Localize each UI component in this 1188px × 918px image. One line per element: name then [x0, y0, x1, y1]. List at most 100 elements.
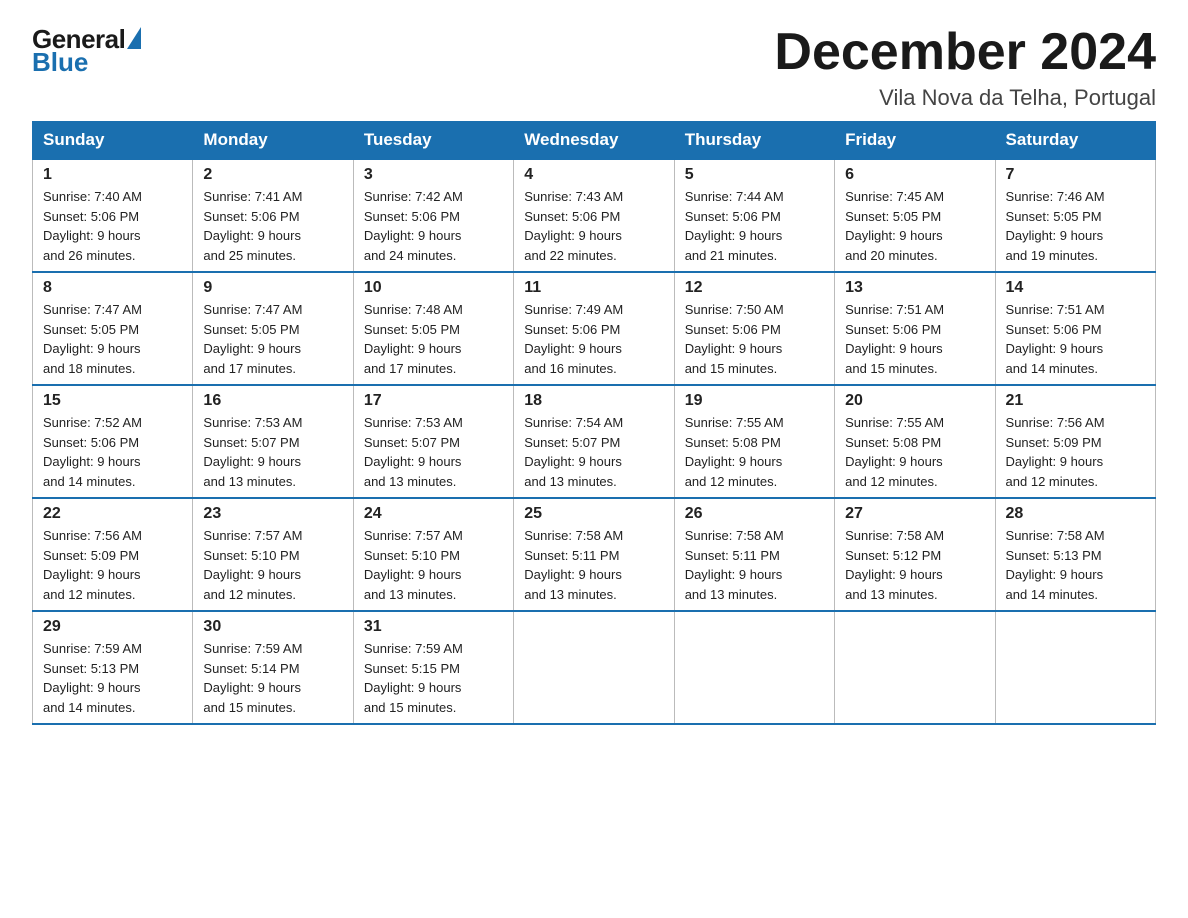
header-row: SundayMondayTuesdayWednesdayThursdayFrid…	[33, 122, 1156, 160]
day-info: Sunrise: 7:53 AM Sunset: 5:07 PM Dayligh…	[364, 413, 503, 491]
day-cell: 18 Sunrise: 7:54 AM Sunset: 5:07 PM Dayl…	[514, 385, 674, 498]
day-cell: 11 Sunrise: 7:49 AM Sunset: 5:06 PM Dayl…	[514, 272, 674, 385]
week-row-3: 15 Sunrise: 7:52 AM Sunset: 5:06 PM Dayl…	[33, 385, 1156, 498]
title-block: December 2024 Vila Nova da Telha, Portug…	[774, 24, 1156, 111]
day-number: 3	[364, 166, 503, 184]
day-cell: 19 Sunrise: 7:55 AM Sunset: 5:08 PM Dayl…	[674, 385, 834, 498]
day-number: 26	[685, 505, 824, 523]
day-cell: 2 Sunrise: 7:41 AM Sunset: 5:06 PM Dayli…	[193, 159, 353, 272]
week-row-5: 29 Sunrise: 7:59 AM Sunset: 5:13 PM Dayl…	[33, 611, 1156, 724]
week-row-4: 22 Sunrise: 7:56 AM Sunset: 5:09 PM Dayl…	[33, 498, 1156, 611]
day-number: 8	[43, 279, 182, 297]
day-cell: 16 Sunrise: 7:53 AM Sunset: 5:07 PM Dayl…	[193, 385, 353, 498]
day-number: 24	[364, 505, 503, 523]
month-title: December 2024	[774, 24, 1156, 81]
day-number: 15	[43, 392, 182, 410]
day-info: Sunrise: 7:57 AM Sunset: 5:10 PM Dayligh…	[364, 526, 503, 604]
day-number: 22	[43, 505, 182, 523]
day-number: 13	[845, 279, 984, 297]
day-info: Sunrise: 7:50 AM Sunset: 5:06 PM Dayligh…	[685, 300, 824, 378]
column-header-sunday: Sunday	[33, 122, 193, 160]
day-number: 4	[524, 166, 663, 184]
day-info: Sunrise: 7:47 AM Sunset: 5:05 PM Dayligh…	[43, 300, 182, 378]
day-cell: 31 Sunrise: 7:59 AM Sunset: 5:15 PM Dayl…	[353, 611, 513, 724]
day-cell	[514, 611, 674, 724]
day-number: 27	[845, 505, 984, 523]
day-number: 12	[685, 279, 824, 297]
day-number: 14	[1006, 279, 1145, 297]
day-cell	[674, 611, 834, 724]
day-number: 1	[43, 166, 182, 184]
day-number: 28	[1006, 505, 1145, 523]
day-info: Sunrise: 7:55 AM Sunset: 5:08 PM Dayligh…	[685, 413, 824, 491]
day-info: Sunrise: 7:52 AM Sunset: 5:06 PM Dayligh…	[43, 413, 182, 491]
day-cell: 14 Sunrise: 7:51 AM Sunset: 5:06 PM Dayl…	[995, 272, 1155, 385]
day-info: Sunrise: 7:51 AM Sunset: 5:06 PM Dayligh…	[845, 300, 984, 378]
day-info: Sunrise: 7:55 AM Sunset: 5:08 PM Dayligh…	[845, 413, 984, 491]
day-cell: 27 Sunrise: 7:58 AM Sunset: 5:12 PM Dayl…	[835, 498, 995, 611]
day-info: Sunrise: 7:58 AM Sunset: 5:11 PM Dayligh…	[685, 526, 824, 604]
day-cell: 1 Sunrise: 7:40 AM Sunset: 5:06 PM Dayli…	[33, 159, 193, 272]
day-cell: 28 Sunrise: 7:58 AM Sunset: 5:13 PM Dayl…	[995, 498, 1155, 611]
day-cell: 4 Sunrise: 7:43 AM Sunset: 5:06 PM Dayli…	[514, 159, 674, 272]
day-number: 11	[524, 279, 663, 297]
day-cell: 7 Sunrise: 7:46 AM Sunset: 5:05 PM Dayli…	[995, 159, 1155, 272]
day-info: Sunrise: 7:53 AM Sunset: 5:07 PM Dayligh…	[203, 413, 342, 491]
day-number: 21	[1006, 392, 1145, 410]
column-header-saturday: Saturday	[995, 122, 1155, 160]
day-cell: 17 Sunrise: 7:53 AM Sunset: 5:07 PM Dayl…	[353, 385, 513, 498]
day-cell: 13 Sunrise: 7:51 AM Sunset: 5:06 PM Dayl…	[835, 272, 995, 385]
day-number: 6	[845, 166, 984, 184]
day-cell: 6 Sunrise: 7:45 AM Sunset: 5:05 PM Dayli…	[835, 159, 995, 272]
day-cell: 22 Sunrise: 7:56 AM Sunset: 5:09 PM Dayl…	[33, 498, 193, 611]
day-cell: 8 Sunrise: 7:47 AM Sunset: 5:05 PM Dayli…	[33, 272, 193, 385]
calendar-body: 1 Sunrise: 7:40 AM Sunset: 5:06 PM Dayli…	[33, 159, 1156, 724]
day-cell: 5 Sunrise: 7:44 AM Sunset: 5:06 PM Dayli…	[674, 159, 834, 272]
day-number: 9	[203, 279, 342, 297]
day-info: Sunrise: 7:41 AM Sunset: 5:06 PM Dayligh…	[203, 187, 342, 265]
day-number: 16	[203, 392, 342, 410]
day-info: Sunrise: 7:48 AM Sunset: 5:05 PM Dayligh…	[364, 300, 503, 378]
day-info: Sunrise: 7:58 AM Sunset: 5:12 PM Dayligh…	[845, 526, 984, 604]
day-info: Sunrise: 7:59 AM Sunset: 5:14 PM Dayligh…	[203, 639, 342, 717]
day-info: Sunrise: 7:59 AM Sunset: 5:13 PM Dayligh…	[43, 639, 182, 717]
day-info: Sunrise: 7:57 AM Sunset: 5:10 PM Dayligh…	[203, 526, 342, 604]
day-number: 19	[685, 392, 824, 410]
day-cell	[995, 611, 1155, 724]
day-number: 2	[203, 166, 342, 184]
day-info: Sunrise: 7:44 AM Sunset: 5:06 PM Dayligh…	[685, 187, 824, 265]
day-number: 5	[685, 166, 824, 184]
day-number: 30	[203, 618, 342, 636]
day-cell: 30 Sunrise: 7:59 AM Sunset: 5:14 PM Dayl…	[193, 611, 353, 724]
logo-triangle-icon	[127, 27, 141, 49]
day-number: 7	[1006, 166, 1145, 184]
day-info: Sunrise: 7:58 AM Sunset: 5:13 PM Dayligh…	[1006, 526, 1145, 604]
day-cell: 12 Sunrise: 7:50 AM Sunset: 5:06 PM Dayl…	[674, 272, 834, 385]
day-cell: 15 Sunrise: 7:52 AM Sunset: 5:06 PM Dayl…	[33, 385, 193, 498]
calendar-header: SundayMondayTuesdayWednesdayThursdayFrid…	[33, 122, 1156, 160]
day-cell	[835, 611, 995, 724]
day-cell: 20 Sunrise: 7:55 AM Sunset: 5:08 PM Dayl…	[835, 385, 995, 498]
week-row-1: 1 Sunrise: 7:40 AM Sunset: 5:06 PM Dayli…	[33, 159, 1156, 272]
day-info: Sunrise: 7:42 AM Sunset: 5:06 PM Dayligh…	[364, 187, 503, 265]
day-info: Sunrise: 7:51 AM Sunset: 5:06 PM Dayligh…	[1006, 300, 1145, 378]
column-header-wednesday: Wednesday	[514, 122, 674, 160]
column-header-tuesday: Tuesday	[353, 122, 513, 160]
day-cell: 25 Sunrise: 7:58 AM Sunset: 5:11 PM Dayl…	[514, 498, 674, 611]
day-info: Sunrise: 7:45 AM Sunset: 5:05 PM Dayligh…	[845, 187, 984, 265]
day-cell: 23 Sunrise: 7:57 AM Sunset: 5:10 PM Dayl…	[193, 498, 353, 611]
column-header-monday: Monday	[193, 122, 353, 160]
day-cell: 3 Sunrise: 7:42 AM Sunset: 5:06 PM Dayli…	[353, 159, 513, 272]
calendar-table: SundayMondayTuesdayWednesdayThursdayFrid…	[32, 121, 1156, 725]
logo-blue-text: Blue	[32, 47, 88, 78]
day-cell: 24 Sunrise: 7:57 AM Sunset: 5:10 PM Dayl…	[353, 498, 513, 611]
day-cell: 29 Sunrise: 7:59 AM Sunset: 5:13 PM Dayl…	[33, 611, 193, 724]
day-info: Sunrise: 7:56 AM Sunset: 5:09 PM Dayligh…	[43, 526, 182, 604]
day-info: Sunrise: 7:59 AM Sunset: 5:15 PM Dayligh…	[364, 639, 503, 717]
day-info: Sunrise: 7:54 AM Sunset: 5:07 PM Dayligh…	[524, 413, 663, 491]
column-header-thursday: Thursday	[674, 122, 834, 160]
day-cell: 9 Sunrise: 7:47 AM Sunset: 5:05 PM Dayli…	[193, 272, 353, 385]
column-header-friday: Friday	[835, 122, 995, 160]
day-info: Sunrise: 7:40 AM Sunset: 5:06 PM Dayligh…	[43, 187, 182, 265]
day-number: 31	[364, 618, 503, 636]
